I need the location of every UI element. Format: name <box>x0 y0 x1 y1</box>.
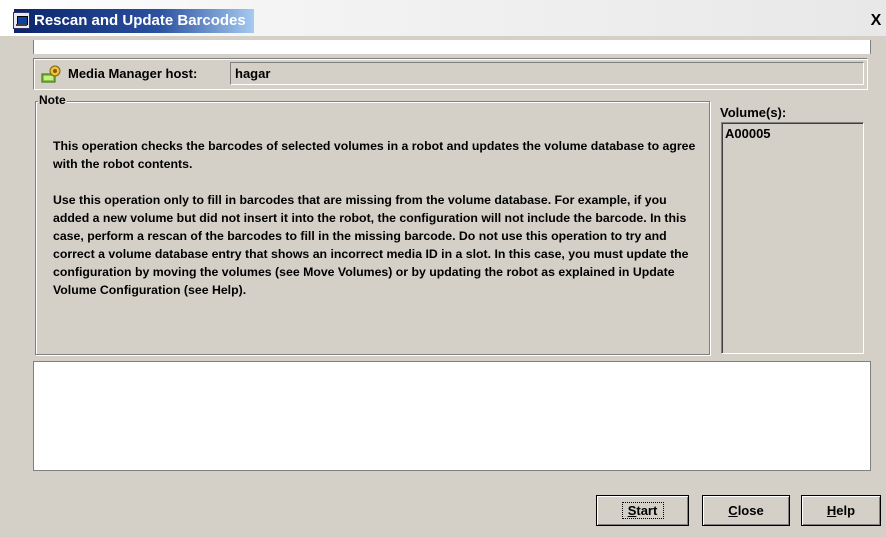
title-bar[interactable]: Rescan and Update Barcodes X <box>0 0 886 36</box>
close-mnemonic: C <box>728 503 738 518</box>
results-log-area[interactable] <box>33 361 871 471</box>
host-field: hagar <box>230 62 864 85</box>
note-legend: Note <box>38 93 67 107</box>
note-text: This operation checks the barcodes of se… <box>53 137 703 317</box>
app-icon <box>13 12 30 29</box>
top-strip-panel <box>33 40 871 54</box>
help-button[interactable]: Help <box>801 495 881 526</box>
rescan-dialog-window: Rescan and Update Barcodes X Media Manag… <box>0 0 886 537</box>
close-label-rest: lose <box>737 503 764 518</box>
help-label-rest: elp <box>836 503 856 518</box>
note-group: Note This operation checks the barcodes … <box>35 93 710 355</box>
help-mnemonic: H <box>826 503 837 518</box>
volumes-list[interactable]: A00005 <box>721 122 864 354</box>
note-paragraph-2: Use this operation only to fill in barco… <box>53 193 689 297</box>
window-title: Rescan and Update Barcodes <box>34 12 246 29</box>
volumes-label: Volume(s): <box>720 105 787 120</box>
host-settings-icon <box>41 65 61 83</box>
note-paragraph-1: This operation checks the barcodes of se… <box>53 139 696 171</box>
start-button[interactable]: Start <box>596 495 689 526</box>
host-bar: Media Manager host: hagar <box>33 58 868 90</box>
volume-item[interactable]: A00005 <box>725 126 860 141</box>
focus-indicator <box>622 502 664 519</box>
host-label: Media Manager host: <box>68 66 198 81</box>
close-button[interactable]: Close <box>702 495 790 526</box>
close-window-icon[interactable]: X <box>868 12 884 30</box>
